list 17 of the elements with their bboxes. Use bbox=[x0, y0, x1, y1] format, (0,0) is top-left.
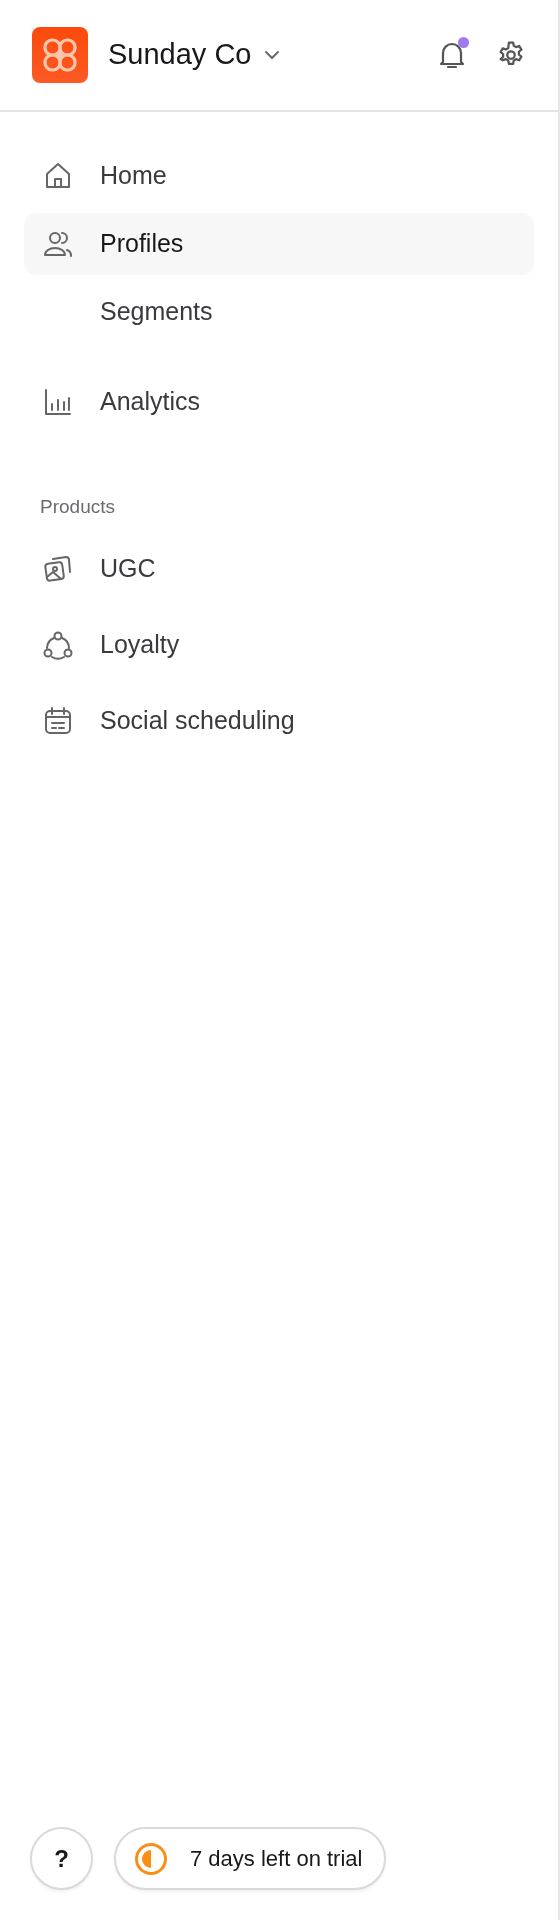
workspace-name[interactable]: Sunday Co bbox=[108, 33, 252, 77]
notification-bell-icon[interactable] bbox=[438, 40, 466, 70]
nav-item[interactable]: Profiles bbox=[24, 213, 534, 275]
chevron-down-icon[interactable] bbox=[263, 50, 280, 60]
nav-item[interactable]: Analytics bbox=[24, 371, 534, 433]
nav-item[interactable]: UGC bbox=[24, 537, 534, 600]
nav-item[interactable]: Social scheduling bbox=[24, 689, 534, 752]
nav-item[interactable]: Loyalty bbox=[24, 613, 534, 676]
calendar-icon bbox=[42, 704, 74, 737]
half-circle-icon bbox=[134, 1841, 168, 1876]
bar-chart-icon bbox=[42, 386, 74, 418]
nav-item[interactable]: Home bbox=[24, 145, 534, 207]
trial-button[interactable]: 7 days left on trial bbox=[114, 1827, 387, 1890]
help-button[interactable]: ? bbox=[30, 1827, 93, 1890]
logo-icon bbox=[32, 27, 88, 83]
section-heading: Products bbox=[39, 495, 116, 519]
nav-item[interactable]: Segments bbox=[24, 281, 534, 343]
